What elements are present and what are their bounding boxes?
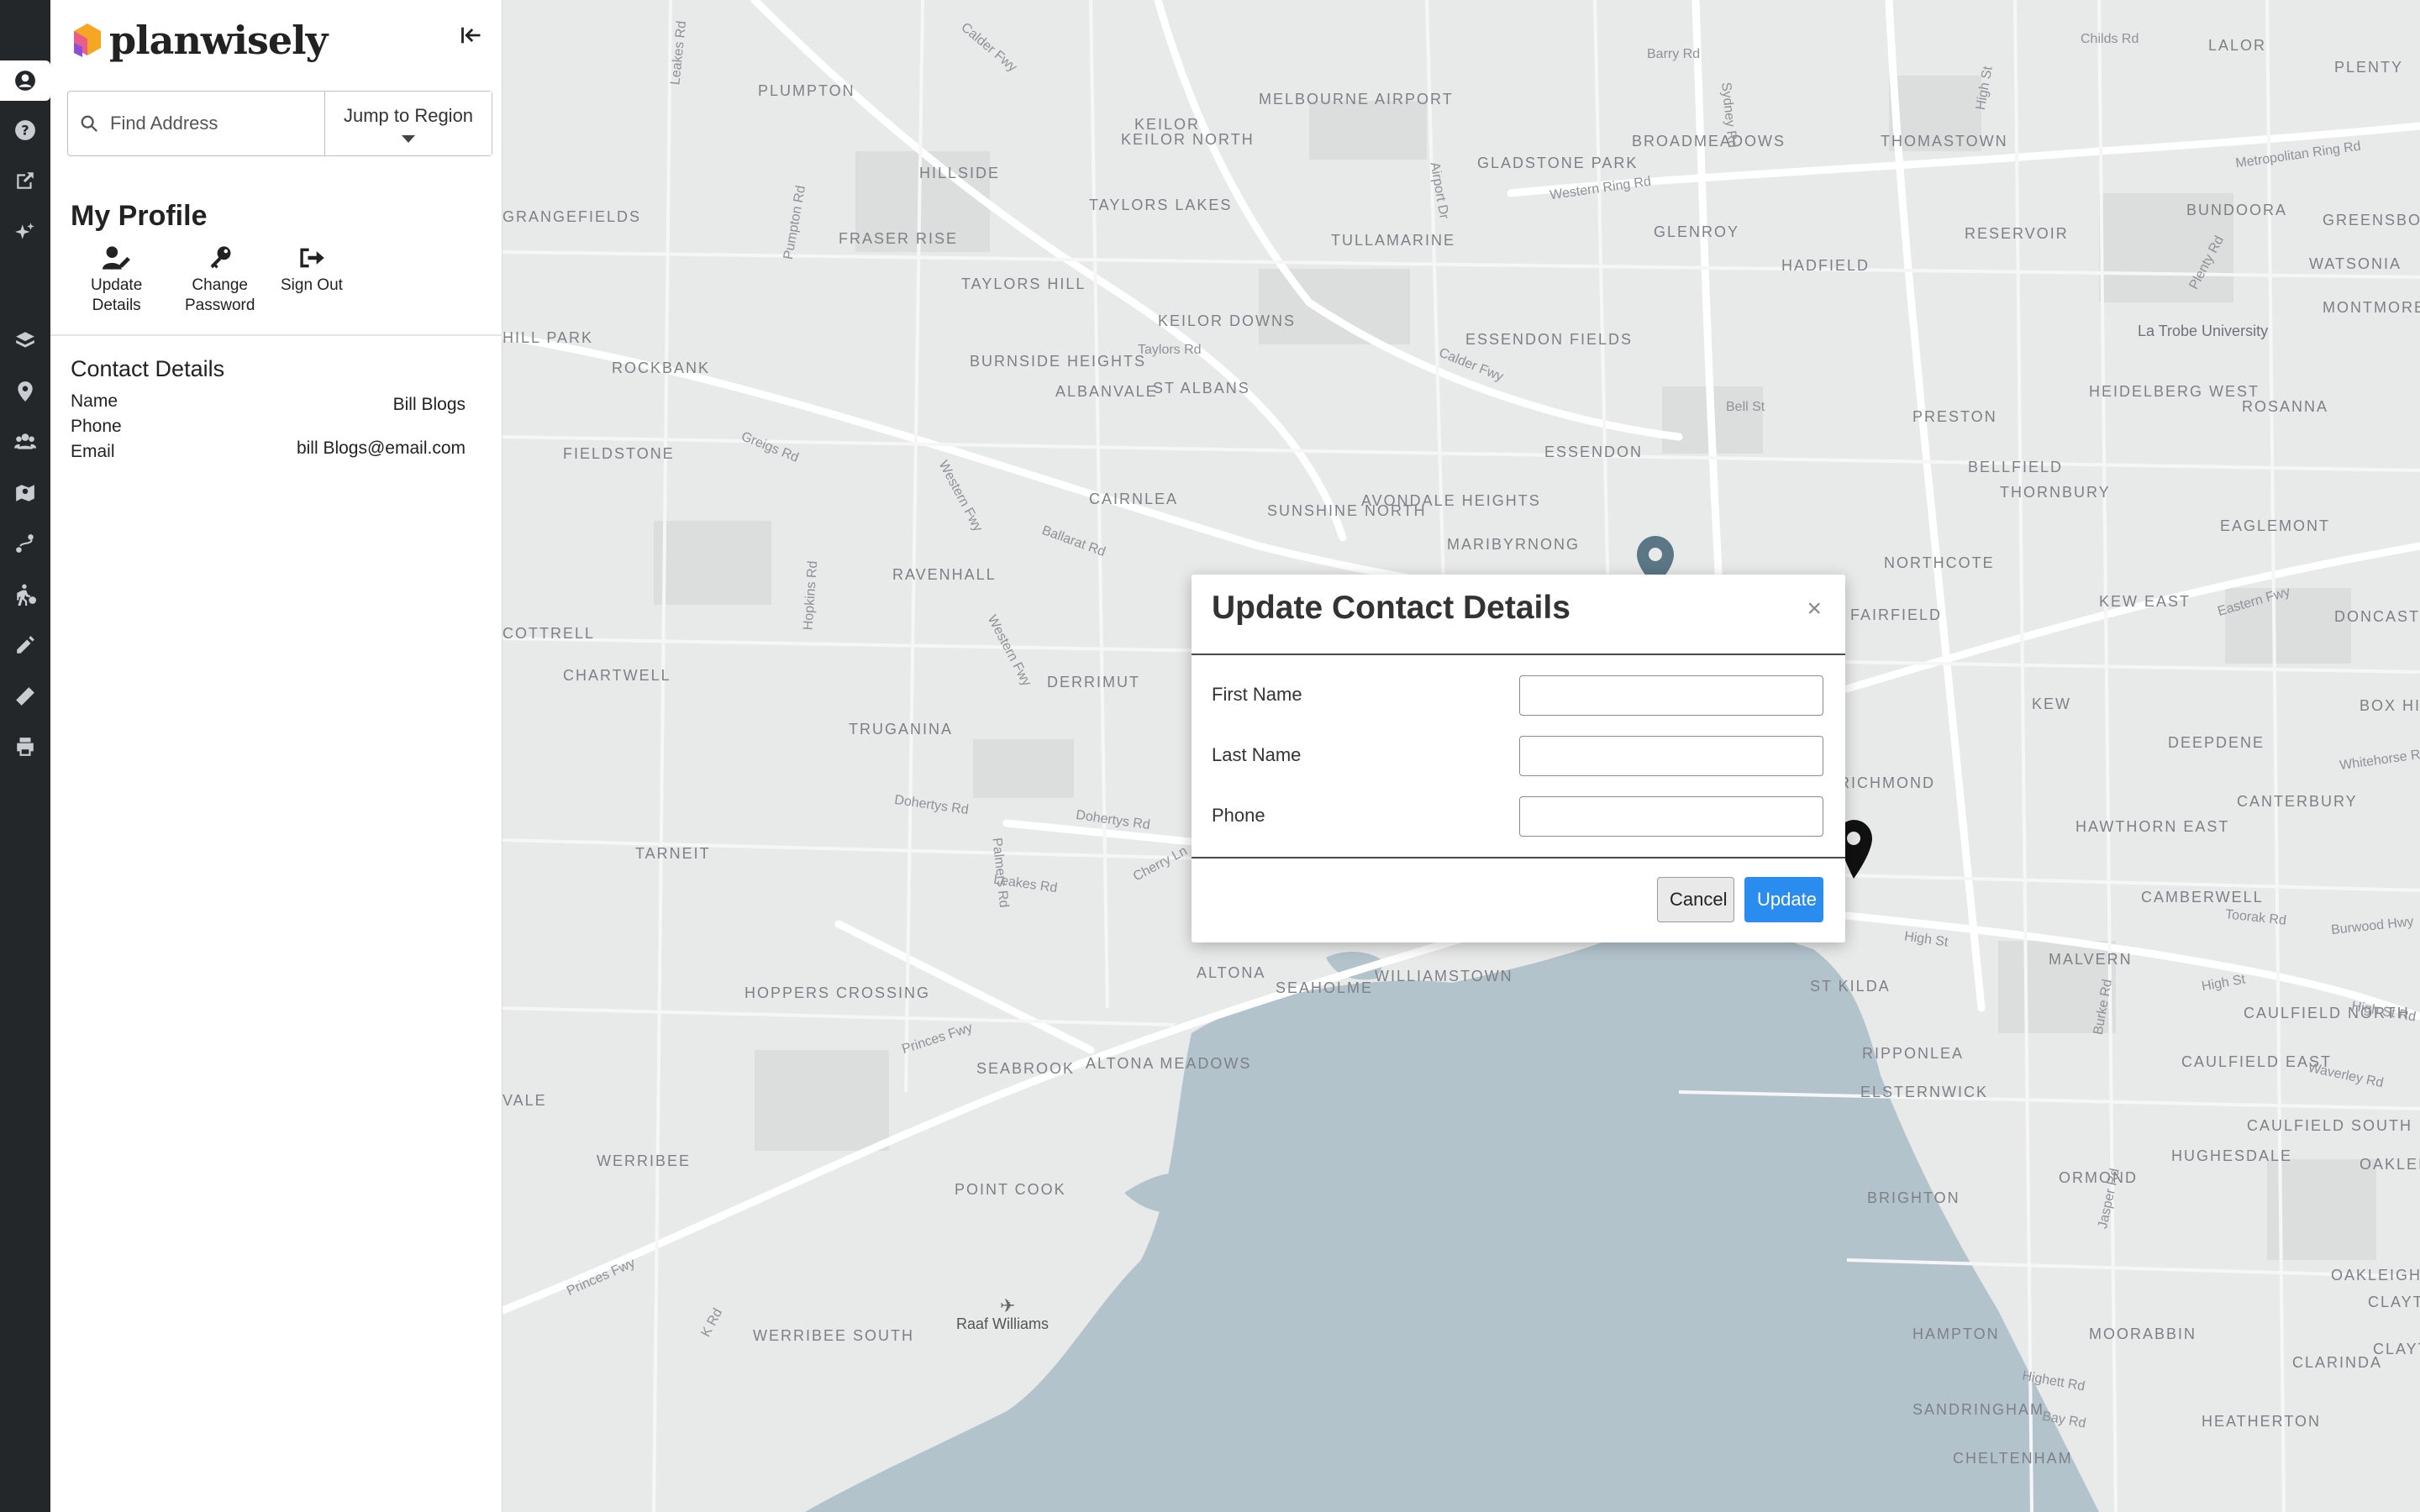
update-contact-dialog: Update Contact Details × First Name Last…: [1192, 575, 1845, 942]
section-divider: [50, 334, 502, 336]
close-icon[interactable]: ×: [1807, 595, 1822, 623]
layers-icon[interactable]: [0, 320, 50, 360]
dialog-title: Update Contact Details: [1212, 590, 1570, 626]
search-icon: [81, 115, 97, 132]
ruler-icon[interactable]: [0, 676, 50, 717]
route-icon[interactable]: [0, 523, 50, 564]
svg-text:?: ?: [21, 122, 29, 138]
sign-out-icon: [300, 248, 324, 268]
update-details-button[interactable]: Update Details: [91, 245, 142, 316]
phone-label: Phone: [1212, 805, 1265, 826]
contact-row-phone: Phone: [71, 417, 122, 436]
sparkles-icon[interactable]: [0, 212, 50, 252]
print-icon[interactable]: [0, 727, 50, 767]
icon-rail: ?: [0, 0, 50, 1512]
contact-row-name: Name Bill Blogs: [71, 391, 466, 414]
location-pin-icon[interactable]: [0, 371, 50, 412]
help-icon[interactable]: ?: [0, 110, 50, 150]
cancel-button[interactable]: Cancel: [1657, 877, 1734, 922]
pencil-icon[interactable]: [0, 625, 50, 665]
collapse-panel-button[interactable]: [455, 20, 488, 50]
find-address-input[interactable]: [110, 113, 320, 134]
user-circle-icon[interactable]: [0, 60, 50, 101]
key-icon: [210, 246, 231, 269]
share-icon[interactable]: [0, 160, 50, 201]
jump-to-region-button[interactable]: Jump to Region: [325, 92, 492, 155]
brand-name: planwisely: [109, 18, 328, 63]
dialog-header: Update Contact Details ×: [1192, 575, 1845, 655]
update-button[interactable]: Update: [1744, 877, 1823, 922]
search-row: Jump to Region: [67, 91, 492, 156]
side-panel: planwisely Jump to Region My Profile Upd…: [50, 0, 502, 1512]
page-title: My Profile: [71, 200, 208, 232]
map-marker-icon[interactable]: [0, 473, 50, 513]
change-password-button[interactable]: Change Password: [185, 245, 255, 316]
contact-details-title: Contact Details: [71, 356, 225, 381]
first-name-input[interactable]: [1519, 675, 1823, 716]
first-name-label: First Name: [1212, 684, 1302, 705]
airport-icon: ✈: [1000, 1296, 1015, 1317]
jump-to-region-label: Jump to Region: [343, 104, 474, 126]
contact-row-email: Email bill Blogs@email.com: [71, 438, 466, 461]
find-address-box: [68, 92, 325, 155]
collapse-left-icon: [461, 27, 481, 44]
last-name-label: Last Name: [1212, 744, 1302, 765]
dialog-footer-divider: [1192, 857, 1845, 858]
user-edit-icon: [102, 246, 130, 270]
sign-out-button[interactable]: Sign Out: [281, 245, 343, 296]
walking-icon[interactable]: [0, 575, 50, 615]
planwisely-logo-icon: [74, 24, 101, 57]
users-icon[interactable]: [0, 422, 50, 462]
phone-input[interactable]: [1519, 796, 1823, 837]
brand: planwisely: [71, 15, 328, 66]
last-name-input[interactable]: [1519, 736, 1823, 776]
chevron-down-icon: [402, 134, 415, 143]
